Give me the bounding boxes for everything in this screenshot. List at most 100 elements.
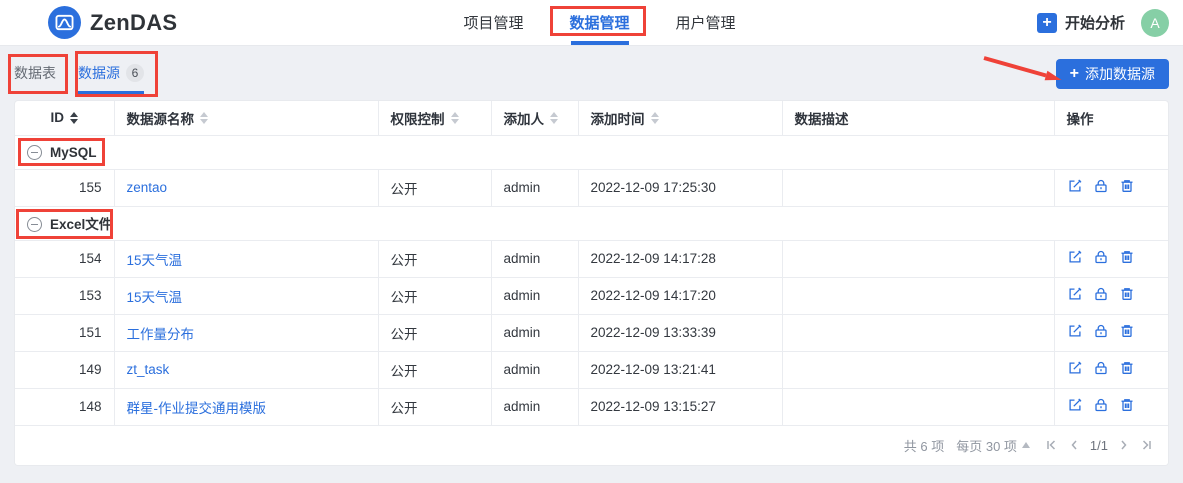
cell-adder: admin	[491, 314, 579, 352]
cell-name: 15天气温	[114, 240, 379, 278]
group-row: Excel文件	[15, 206, 1168, 241]
cell-actions	[1054, 388, 1168, 426]
add-datasource-button[interactable]: + 添加数据源	[1055, 59, 1169, 89]
delete-button[interactable]	[1119, 249, 1135, 268]
cell-adder: admin	[491, 277, 579, 315]
sort-carets-icon[interactable]	[200, 111, 208, 124]
nav-item-user-mgmt[interactable]: 用户管理	[676, 12, 736, 33]
trash-icon	[1119, 397, 1135, 416]
trash-icon	[1119, 178, 1135, 197]
datasource-row: 148 群星-作业提交通用模版 公开 admin 2022-12-09 13:15:27	[15, 388, 1168, 426]
delete-button[interactable]	[1119, 178, 1135, 197]
edit-button[interactable]	[1067, 249, 1083, 268]
trash-icon	[1119, 286, 1135, 305]
cell-permission: 公开	[378, 240, 492, 278]
lock-icon	[1093, 178, 1109, 197]
column-header-id[interactable]: ID	[15, 101, 115, 136]
column-label: 操作	[1066, 111, 1094, 127]
edit-icon	[1067, 249, 1083, 268]
cell-description	[782, 314, 1055, 352]
delete-button[interactable]	[1119, 286, 1135, 305]
column-header-adder[interactable]: 添加人	[491, 101, 579, 136]
cell-adder: admin	[491, 351, 579, 389]
nav-item-data-mgmt[interactable]: 数据管理	[569, 12, 629, 33]
column-label: 权限控制	[390, 111, 445, 127]
header-row: ID 数据源名称 权限控制 添加人 添加时间 数据描述 操作	[15, 101, 1168, 136]
lock-icon	[1093, 323, 1109, 342]
datasource-link[interactable]: 15天气温	[127, 253, 183, 268]
trash-icon	[1119, 360, 1135, 379]
start-analysis-label: 开始分析	[1064, 15, 1125, 32]
first-page-button[interactable]	[1044, 438, 1058, 452]
cell-actions	[1054, 351, 1168, 389]
column-header-added-time[interactable]: 添加时间	[578, 101, 783, 136]
delete-button[interactable]	[1119, 323, 1135, 342]
datasource-link[interactable]: 工作量分布	[127, 327, 195, 342]
cell-description	[782, 388, 1055, 426]
datasource-link[interactable]: 15天气温	[127, 290, 183, 305]
sort-carets-icon[interactable]	[450, 111, 459, 124]
per-page-select[interactable]: 每页 30 项	[956, 436, 1030, 455]
avatar[interactable]: A	[1141, 8, 1169, 37]
cell-added-time: 2022-12-09 13:33:39	[578, 314, 783, 352]
datasource-link[interactable]: zt_task	[127, 362, 170, 377]
edit-button[interactable]	[1067, 323, 1083, 342]
sort-carets-icon[interactable]	[70, 111, 78, 124]
navbar-right: + 开始分析 A	[1036, 8, 1173, 37]
brand-logo[interactable]: ZenDAS	[48, 6, 177, 39]
datasource-row: 154 15天气温 公开 admin 2022-12-09 14:17:28	[15, 240, 1168, 278]
plus-icon: +	[1069, 65, 1079, 82]
cell-name: 群星-作业提交通用模版	[114, 388, 379, 426]
lock-icon	[1093, 360, 1109, 379]
start-analysis-button[interactable]: + 开始分析	[1036, 12, 1125, 33]
count-badge: 6	[126, 64, 144, 82]
column-label: 添加时间	[590, 111, 645, 127]
trash-icon	[1119, 249, 1135, 268]
tab-label: 数据表	[14, 65, 56, 81]
sort-carets-icon[interactable]	[650, 111, 659, 124]
datasource-link[interactable]: 群星-作业提交通用模版	[127, 401, 267, 416]
datasource-link[interactable]: zentao	[127, 180, 168, 195]
column-header-name[interactable]: 数据源名称	[114, 101, 379, 136]
circle-minus-icon[interactable]	[27, 144, 42, 160]
cell-id: 149	[15, 351, 115, 389]
active-nav-indicator	[570, 41, 629, 45]
permission-lock-button[interactable]	[1093, 249, 1109, 268]
nav-item-project-mgmt[interactable]: 项目管理	[463, 12, 523, 33]
last-page-button[interactable]	[1140, 438, 1154, 452]
permission-lock-button[interactable]	[1093, 323, 1109, 342]
cell-name: 工作量分布	[114, 314, 379, 352]
pager: 1/1	[1044, 438, 1154, 453]
edit-button[interactable]	[1067, 178, 1083, 197]
permission-lock-button[interactable]	[1093, 360, 1109, 379]
datasource-row: 155 zentao 公开 admin 2022-12-09 17:25:30	[15, 169, 1168, 207]
permission-lock-button[interactable]	[1093, 286, 1109, 305]
permission-lock-button[interactable]	[1093, 178, 1109, 197]
cell-added-time: 2022-12-09 13:15:27	[578, 388, 783, 426]
edit-button[interactable]	[1067, 286, 1083, 305]
next-page-button[interactable]	[1117, 438, 1131, 452]
main-nav: 项目管理 数据管理 用户管理	[463, 0, 736, 45]
cell-description	[782, 169, 1055, 207]
cell-adder: admin	[491, 388, 579, 426]
content-area: 数据表 数据源 6 + 添加数据源 ID 数据源名称 权限控制 添加人 添加时间 数据描述…	[0, 46, 1183, 466]
cell-adder: admin	[491, 240, 579, 278]
column-label: 数据源名称	[126, 111, 195, 127]
edit-button[interactable]	[1067, 397, 1083, 416]
edit-button[interactable]	[1067, 360, 1083, 379]
tab-data-tables[interactable]: 数据表	[14, 58, 56, 88]
prev-page-button[interactable]	[1067, 438, 1081, 452]
delete-button[interactable]	[1119, 360, 1135, 379]
datasource-row: 151 工作量分布 公开 admin 2022-12-09 13:33:39	[15, 314, 1168, 352]
cell-name: 15天气温	[114, 277, 379, 315]
group-name: MySQL	[50, 144, 97, 160]
edit-icon	[1067, 286, 1083, 305]
permission-lock-button[interactable]	[1093, 397, 1109, 416]
delete-button[interactable]	[1119, 397, 1135, 416]
tab-data-sources[interactable]: 数据源 6	[78, 58, 144, 94]
sort-carets-icon[interactable]	[550, 111, 558, 124]
page: ZenDAS 项目管理 数据管理 用户管理 + 开始分析 A 数据表 数据源 6	[0, 0, 1183, 483]
datasource-table: ID 数据源名称 权限控制 添加人 添加时间 数据描述 操作 MySQL 155 zentao 公…	[15, 101, 1168, 426]
circle-minus-icon[interactable]	[27, 217, 42, 232]
column-header-permission[interactable]: 权限控制	[378, 101, 492, 136]
